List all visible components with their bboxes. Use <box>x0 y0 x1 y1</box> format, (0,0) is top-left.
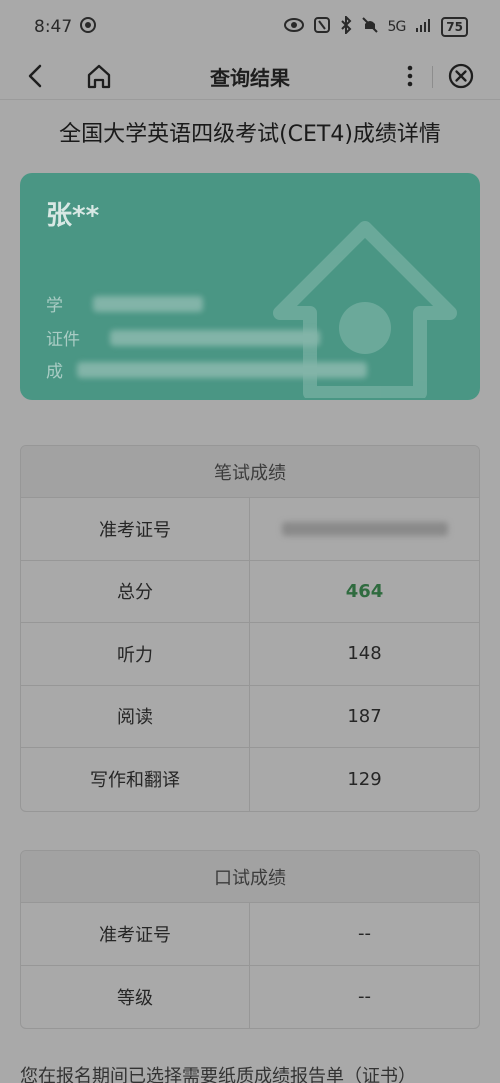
bluetooth-icon <box>340 14 352 38</box>
oral-exam-number-value: -- <box>358 923 371 945</box>
nav-bar: 查询结果 <box>0 54 500 98</box>
more-icon[interactable] <box>400 60 420 92</box>
reading-score-value: 187 <box>347 705 382 727</box>
row-label: 准考证号 <box>21 903 250 965</box>
written-score-table: 笔试成绩 准考证号 总分 464 听力 148 阅读 187 写作和翻译 129 <box>20 445 480 812</box>
app-notification-icon <box>80 16 97 38</box>
row-label: 等级 <box>21 965 250 1028</box>
redacted-value <box>110 329 320 346</box>
card-row-student-id: 学 <box>46 291 203 316</box>
candidate-card: 张** 学 证件 成 <box>20 173 480 400</box>
redacted-value <box>77 361 367 378</box>
status-bar: 8:47 5G 75 <box>0 0 500 54</box>
table-row: 总分 464 <box>21 560 479 623</box>
status-right: 5G 75 <box>283 14 468 38</box>
signal-bars-icon <box>415 17 431 37</box>
status-time: 8:47 <box>34 17 73 37</box>
row-label: 写作和翻译 <box>21 748 250 811</box>
row-label: 总分 <box>21 560 250 622</box>
page-title: 全国大学英语四级考试(CET4)成绩详情 <box>59 122 441 147</box>
card-row-label: 学 <box>46 296 63 316</box>
signal-5g-icon: 5G <box>387 19 407 35</box>
nav-bottom-border <box>0 99 500 100</box>
table-row: 阅读 187 <box>21 685 479 748</box>
eye-icon <box>283 18 304 36</box>
card-row-label: 证件 <box>46 330 80 350</box>
nfc-icon <box>313 17 330 37</box>
total-score-value: 464 <box>345 580 384 602</box>
status-left: 8:47 <box>34 16 97 38</box>
battery-icon: 75 <box>441 17 468 37</box>
oral-grade-value: -- <box>358 986 371 1008</box>
table-row: 准考证号 <box>21 498 479 561</box>
table-row: 等级 -- <box>21 965 479 1028</box>
mute-icon <box>361 17 378 37</box>
total-score-cell: 464 <box>250 561 479 623</box>
row-label: 阅读 <box>21 685 250 747</box>
oral-table-header: 口试成绩 <box>21 851 479 903</box>
paper-report-notice: 您在报名期间已选择需要纸质成绩报告单（证书） <box>20 1066 416 1083</box>
redacted-value <box>93 295 203 312</box>
oral-score-table: 口试成绩 准考证号 -- 等级 -- <box>20 850 480 1029</box>
close-icon[interactable] <box>446 60 476 92</box>
redacted-value <box>281 521 448 536</box>
nav-divider <box>432 66 433 88</box>
card-row-score: 成 <box>46 357 367 382</box>
table-row: 听力 148 <box>21 623 479 686</box>
listening-score-value: 148 <box>347 643 382 665</box>
table-row: 写作和翻译 129 <box>21 748 479 811</box>
row-label: 听力 <box>21 623 250 685</box>
table-row: 准考证号 -- <box>21 903 479 966</box>
writing-score-value: 129 <box>347 768 382 790</box>
written-table-header: 笔试成绩 <box>21 446 479 498</box>
nav-title: 查询结果 <box>210 66 290 90</box>
row-label: 准考证号 <box>21 498 250 560</box>
card-row-label: 成 <box>46 362 63 382</box>
exam-number-value <box>250 498 479 560</box>
candidate-name: 张** <box>46 201 100 231</box>
card-row-id-number: 证件 <box>46 325 320 350</box>
